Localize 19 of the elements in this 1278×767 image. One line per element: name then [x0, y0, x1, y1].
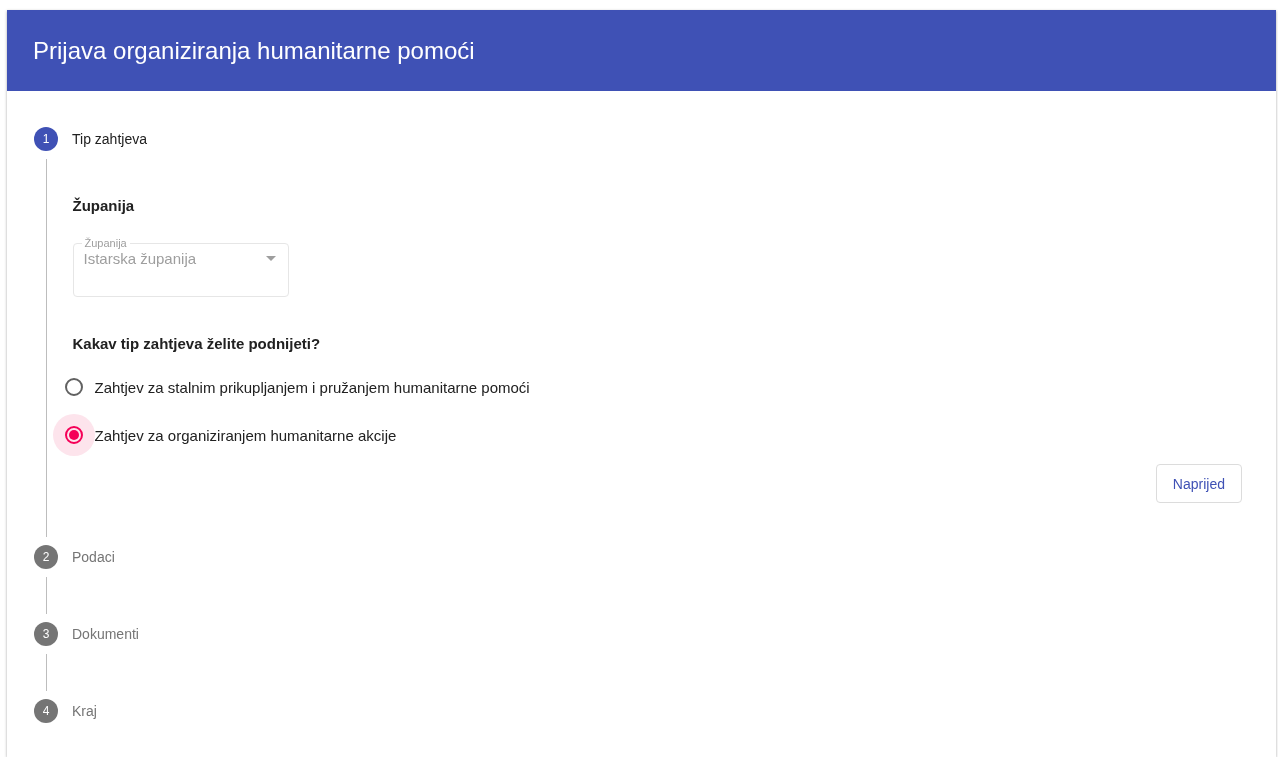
select-value: Istarska županija	[83, 250, 197, 267]
step-number: 1	[34, 127, 58, 151]
radio-label[interactable]: Zahtjev za organiziranjem humanitarne akcije	[94, 426, 397, 444]
step-label[interactable]: Podaci	[72, 549, 115, 565]
step-number: 3	[34, 622, 58, 646]
step-label[interactable]: Tip zahtjeva	[72, 131, 147, 147]
radio-label[interactable]: Zahtjev za stalnim prikupljanjem i pružanjem humanitarne pomoći	[94, 378, 530, 396]
step-label[interactable]: Kraj	[72, 703, 97, 719]
select-label: Županija	[83, 237, 128, 250]
question-text: Kakav tip zahtjeva želite podnijeti?	[72, 335, 322, 352]
section-title: Županija	[72, 197, 136, 214]
radio-button[interactable]	[64, 378, 83, 396]
step-label[interactable]: Dokumenti	[72, 626, 139, 642]
page-title: Prijava organiziranja humanitarne pomoći	[33, 36, 475, 65]
next-button[interactable]: Naprijed	[1155, 464, 1242, 503]
step-number: 2	[34, 545, 58, 569]
radio-button[interactable]	[64, 426, 83, 444]
dropdown-arrow-icon	[265, 256, 276, 261]
step-number: 4	[34, 699, 58, 723]
